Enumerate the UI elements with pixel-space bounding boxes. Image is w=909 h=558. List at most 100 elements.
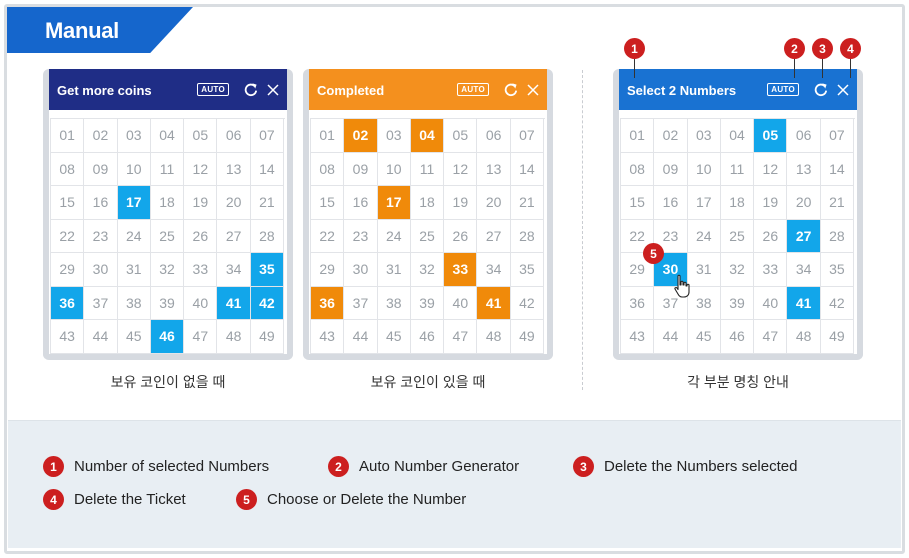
number-cell[interactable]: 36 (311, 286, 345, 320)
auto-button[interactable]: AUTO (197, 83, 229, 96)
number-cell[interactable]: 45 (687, 320, 721, 354)
number-cell[interactable]: 03 (377, 119, 411, 153)
number-cell[interactable]: 49 (250, 320, 285, 354)
number-cell[interactable]: 05 (184, 119, 218, 153)
number-cell[interactable]: 03 (687, 119, 721, 153)
number-cell[interactable]: 42 (510, 286, 545, 320)
number-cell[interactable]: 30 (84, 253, 118, 287)
number-cell[interactable]: 29 (51, 253, 85, 287)
number-cell[interactable]: 07 (510, 119, 545, 153)
number-cell[interactable]: 24 (377, 219, 411, 253)
number-cell[interactable]: 11 (720, 152, 755, 186)
number-cell[interactable]: 16 (344, 186, 378, 220)
number-cell[interactable]: 48 (477, 320, 511, 354)
number-cell[interactable]: 40 (184, 286, 218, 320)
number-cell[interactable]: 18 (150, 186, 185, 220)
number-cell[interactable]: 07 (820, 119, 855, 153)
number-cell[interactable]: 30 (344, 253, 378, 287)
number-cell[interactable]: 39 (720, 286, 755, 320)
number-cell[interactable]: 11 (150, 152, 185, 186)
number-cell[interactable]: 31 (117, 253, 151, 287)
number-cell[interactable]: 35 (820, 253, 855, 287)
number-cell[interactable]: 29 (311, 253, 345, 287)
number-cell[interactable]: 21 (510, 186, 545, 220)
number-cell[interactable]: 16 (84, 186, 118, 220)
number-cell[interactable]: 12 (754, 152, 788, 186)
number-cell[interactable]: 25 (150, 219, 185, 253)
number-cell[interactable]: 32 (150, 253, 185, 287)
number-cell[interactable]: 27 (217, 219, 251, 253)
number-cell[interactable]: 43 (621, 320, 655, 354)
number-cell[interactable]: 41 (477, 286, 511, 320)
number-cell[interactable]: 45 (377, 320, 411, 354)
number-cell[interactable]: 12 (184, 152, 218, 186)
number-cell[interactable]: 01 (51, 119, 85, 153)
number-cell[interactable]: 19 (444, 186, 478, 220)
number-cell[interactable]: 15 (621, 186, 655, 220)
number-cell[interactable]: 32 (720, 253, 755, 287)
number-cell[interactable]: 14 (820, 152, 855, 186)
number-cell[interactable]: 43 (311, 320, 345, 354)
close-icon[interactable] (265, 82, 281, 98)
number-cell[interactable]: 48 (787, 320, 821, 354)
number-cell[interactable]: 46 (150, 320, 185, 354)
number-cell[interactable]: 08 (311, 152, 345, 186)
number-cell[interactable]: 26 (754, 219, 788, 253)
number-cell[interactable]: 44 (654, 320, 688, 354)
number-cell[interactable]: 14 (250, 152, 285, 186)
number-cell[interactable]: 06 (787, 119, 821, 153)
number-cell[interactable]: 09 (344, 152, 378, 186)
auto-button[interactable]: AUTO (767, 83, 799, 96)
number-cell[interactable]: 15 (51, 186, 85, 220)
number-cell[interactable]: 24 (117, 219, 151, 253)
number-cell[interactable]: 15 (311, 186, 345, 220)
number-cell[interactable]: 10 (377, 152, 411, 186)
number-cell[interactable]: 16 (654, 186, 688, 220)
number-cell[interactable]: 44 (344, 320, 378, 354)
number-cell[interactable]: 12 (444, 152, 478, 186)
number-cell[interactable]: 27 (477, 219, 511, 253)
number-cell[interactable]: 28 (510, 219, 545, 253)
number-cell[interactable]: 33 (754, 253, 788, 287)
number-cell[interactable]: 44 (84, 320, 118, 354)
number-cell[interactable]: 37 (344, 286, 378, 320)
number-cell[interactable]: 26 (444, 219, 478, 253)
number-cell[interactable]: 34 (217, 253, 251, 287)
number-cell[interactable]: 21 (250, 186, 285, 220)
number-cell[interactable]: 06 (477, 119, 511, 153)
number-cell[interactable]: 28 (820, 219, 855, 253)
number-cell[interactable]: 49 (510, 320, 545, 354)
number-cell[interactable]: 01 (621, 119, 655, 153)
number-cell[interactable]: 11 (410, 152, 445, 186)
number-cell[interactable]: 09 (84, 152, 118, 186)
number-cell[interactable]: 02 (344, 119, 378, 153)
number-cell[interactable]: 48 (217, 320, 251, 354)
number-cell[interactable]: 20 (217, 186, 251, 220)
number-cell[interactable]: 13 (787, 152, 821, 186)
number-cell[interactable]: 07 (250, 119, 285, 153)
number-cell[interactable]: 09 (654, 152, 688, 186)
number-cell[interactable]: 10 (687, 152, 721, 186)
refresh-icon[interactable] (243, 82, 259, 98)
number-cell[interactable]: 22 (311, 219, 345, 253)
number-cell[interactable]: 18 (720, 186, 755, 220)
close-icon[interactable] (525, 82, 541, 98)
number-cell[interactable]: 26 (184, 219, 218, 253)
number-cell[interactable]: 34 (787, 253, 821, 287)
number-cell[interactable]: 08 (51, 152, 85, 186)
number-cell[interactable]: 20 (477, 186, 511, 220)
number-cell[interactable]: 25 (720, 219, 755, 253)
number-cell[interactable]: 32 (410, 253, 445, 287)
number-cell[interactable]: 10 (117, 152, 151, 186)
number-cell[interactable]: 05 (754, 119, 788, 153)
number-cell[interactable]: 27 (787, 219, 821, 253)
number-cell[interactable]: 40 (444, 286, 478, 320)
number-cell[interactable]: 17 (377, 186, 411, 220)
number-cell[interactable]: 05 (444, 119, 478, 153)
number-cell[interactable]: 41 (217, 286, 251, 320)
number-cell[interactable]: 19 (754, 186, 788, 220)
number-cell[interactable]: 06 (217, 119, 251, 153)
number-cell[interactable]: 17 (687, 186, 721, 220)
number-cell[interactable]: 46 (410, 320, 445, 354)
number-cell[interactable]: 13 (217, 152, 251, 186)
